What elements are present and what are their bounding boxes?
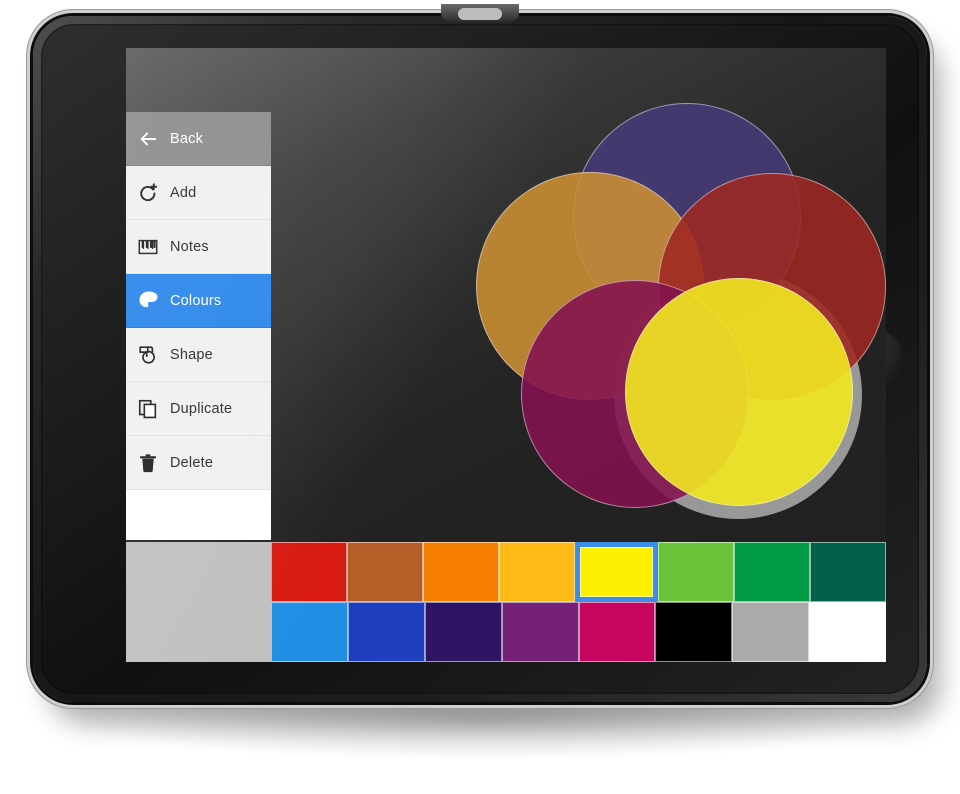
swatch-black[interactable]	[655, 602, 733, 662]
piano-keys-icon	[126, 236, 170, 258]
menu-item-label: Notes	[170, 238, 209, 255]
colour-palette[interactable]	[271, 542, 886, 662]
menu-item-label: Colours	[170, 292, 222, 309]
menu-item-back[interactable]: Back	[126, 112, 271, 166]
tablet-device: Back Add Notes Colours Shape Duplicate Delete	[33, 4, 927, 702]
swatch-lime-green[interactable]	[658, 542, 735, 602]
circle-yellow[interactable]	[625, 278, 853, 506]
swatch-red[interactable]	[271, 542, 347, 602]
device-shadow	[60, 700, 910, 760]
swatch-grey[interactable]	[732, 602, 810, 662]
menu-item-delete[interactable]: Delete	[126, 436, 271, 490]
menu-item-colours[interactable]: Colours	[126, 274, 271, 328]
copy-icon	[126, 398, 170, 420]
tool-menu[interactable]: Back Add Notes Colours Shape Duplicate Delete	[126, 112, 271, 540]
trash-icon	[126, 452, 170, 474]
shapes-icon	[126, 344, 170, 366]
camera-icon	[441, 4, 519, 22]
swatch-white[interactable]	[809, 602, 886, 662]
drawing-canvas[interactable]	[271, 48, 886, 542]
menu-item-label: Delete	[170, 454, 214, 471]
swatch-yellow[interactable]	[574, 542, 659, 602]
swatch-purple[interactable]	[501, 602, 579, 662]
palette-row	[271, 602, 886, 662]
menu-item-label: Back	[170, 130, 204, 147]
swatch-dark-teal[interactable]	[810, 542, 886, 602]
menu-footer-spacer	[126, 490, 271, 540]
menu-item-duplicate[interactable]: Duplicate	[126, 382, 271, 436]
screenshot-root: Back Add Notes Colours Shape Duplicate Delete	[0, 0, 960, 794]
palette-row	[271, 542, 886, 602]
menu-item-add[interactable]: Add	[126, 166, 271, 220]
device-bezel: Back Add Notes Colours Shape Duplicate Delete	[41, 24, 919, 694]
swatch-light-blue[interactable]	[271, 602, 348, 662]
palette-icon	[126, 289, 170, 312]
swatch-indigo[interactable]	[424, 602, 502, 662]
swatch-amber[interactable]	[498, 542, 575, 602]
swatch-rust[interactable]	[346, 542, 423, 602]
bottom-bar	[126, 542, 886, 662]
menu-item-shape[interactable]: Shape	[126, 328, 271, 382]
swatch-green[interactable]	[734, 542, 811, 602]
menu-item-label: Shape	[170, 346, 213, 363]
swatch-magenta[interactable]	[578, 602, 656, 662]
venn-diagram[interactable]	[271, 48, 886, 542]
palette-side-panel	[126, 542, 271, 662]
arrow-left-icon	[126, 128, 170, 150]
menu-item-notes[interactable]: Notes	[126, 220, 271, 274]
add-rotate-icon	[126, 182, 170, 204]
swatch-fill	[579, 547, 654, 597]
swatch-blue[interactable]	[347, 602, 425, 662]
menu-item-label: Duplicate	[170, 400, 233, 417]
swatch-orange[interactable]	[422, 542, 499, 602]
tablet-screen: Back Add Notes Colours Shape Duplicate Delete	[126, 48, 886, 662]
menu-item-label: Add	[170, 184, 197, 201]
